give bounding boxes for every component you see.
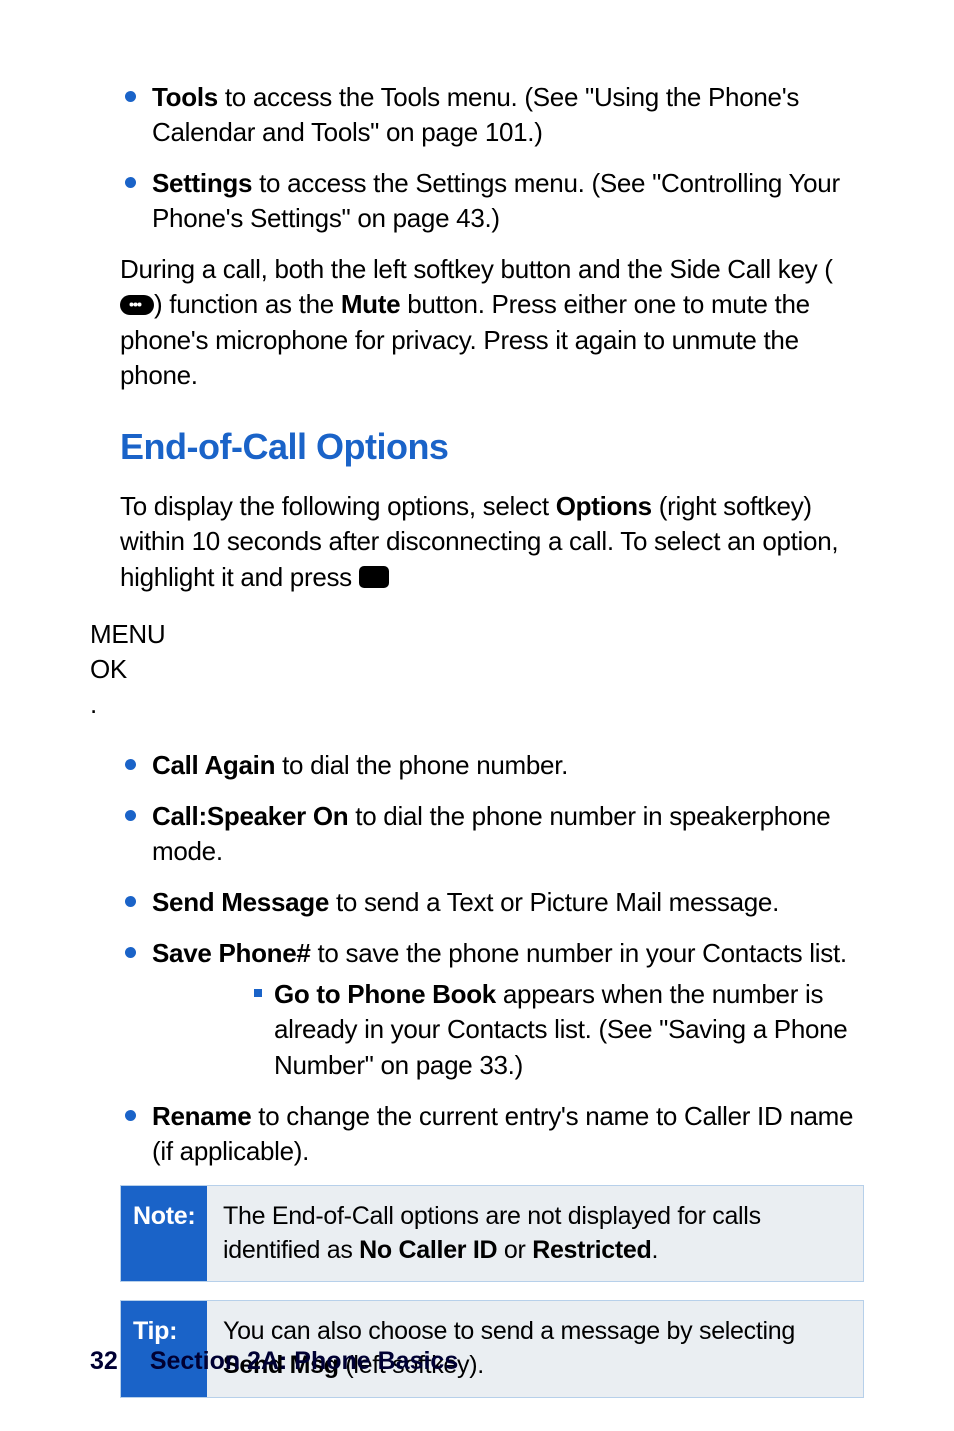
- item-text: to access the Settings menu. (See "Contr…: [152, 168, 840, 233]
- text: .: [651, 1236, 658, 1264]
- menu-ok-key-icon: [359, 566, 389, 588]
- page-footer: 32 Section 2A: Phone Basics: [90, 1347, 458, 1376]
- text: To display the following options, select: [120, 491, 556, 521]
- sub-item-title: Go to Phone Book: [274, 979, 496, 1009]
- text-bold: Restricted: [532, 1236, 651, 1264]
- item-title: Settings: [152, 168, 252, 198]
- item-text: to save the phone number in your Contact…: [311, 938, 847, 968]
- item-text: to access the Tools menu. (See "Using th…: [152, 82, 799, 147]
- intro-paragraph: To display the following options, select…: [90, 489, 864, 594]
- during-call-paragraph: During a call, both the left softkey but…: [90, 252, 864, 392]
- section-label: Section 2A: Phone Basics: [150, 1347, 458, 1376]
- text-bold: No Caller ID: [359, 1236, 497, 1264]
- note-callout: Note: The End-of-Call options are not di…: [120, 1185, 864, 1283]
- side-call-key-icon: [120, 295, 154, 315]
- list-item: Save Phone# to save the phone number in …: [90, 936, 864, 1082]
- item-title: Save Phone#: [152, 938, 311, 968]
- item-title: Call Again: [152, 750, 275, 780]
- list-item: Rename to change the current entry's nam…: [90, 1099, 864, 1169]
- item-text: to send a Text or Picture Mail message.: [329, 887, 779, 917]
- text-bold: Mute: [341, 289, 400, 319]
- item-text: to dial the phone number.: [275, 750, 568, 780]
- text: or: [497, 1236, 532, 1264]
- list-item: Call Again to dial the phone number.: [90, 748, 864, 783]
- list-item: Settings to access the Settings menu. (S…: [90, 166, 864, 236]
- page-number: 32: [90, 1347, 118, 1376]
- text: .: [90, 689, 97, 719]
- text: ) function as the: [154, 289, 341, 319]
- options-list: Call Again to dial the phone number. Cal…: [90, 748, 864, 1169]
- section-heading: End-of-Call Options: [90, 423, 864, 472]
- text: During a call, both the left softkey but…: [120, 254, 833, 284]
- note-body: The End-of-Call options are not displaye…: [207, 1186, 863, 1282]
- sub-list-item: Go to Phone Book appears when the number…: [152, 977, 864, 1082]
- item-text: to change the current entry's name to Ca…: [152, 1101, 853, 1166]
- sub-list: Go to Phone Book appears when the number…: [152, 977, 864, 1082]
- list-item: Tools to access the Tools menu. (See "Us…: [90, 80, 864, 150]
- list-item: Call:Speaker On to dial the phone number…: [90, 799, 864, 869]
- item-title: Call:Speaker On: [152, 801, 348, 831]
- list-item: Send Message to send a Text or Picture M…: [90, 885, 864, 920]
- text-bold: Options: [556, 491, 652, 521]
- item-title: Send Message: [152, 887, 329, 917]
- note-label: Note:: [121, 1186, 207, 1282]
- item-title: Rename: [152, 1101, 251, 1131]
- item-title: Tools: [152, 82, 218, 112]
- text: You can also choose to send a message by…: [223, 1317, 795, 1345]
- top-bullet-list: Tools to access the Tools menu. (See "Us…: [90, 80, 864, 236]
